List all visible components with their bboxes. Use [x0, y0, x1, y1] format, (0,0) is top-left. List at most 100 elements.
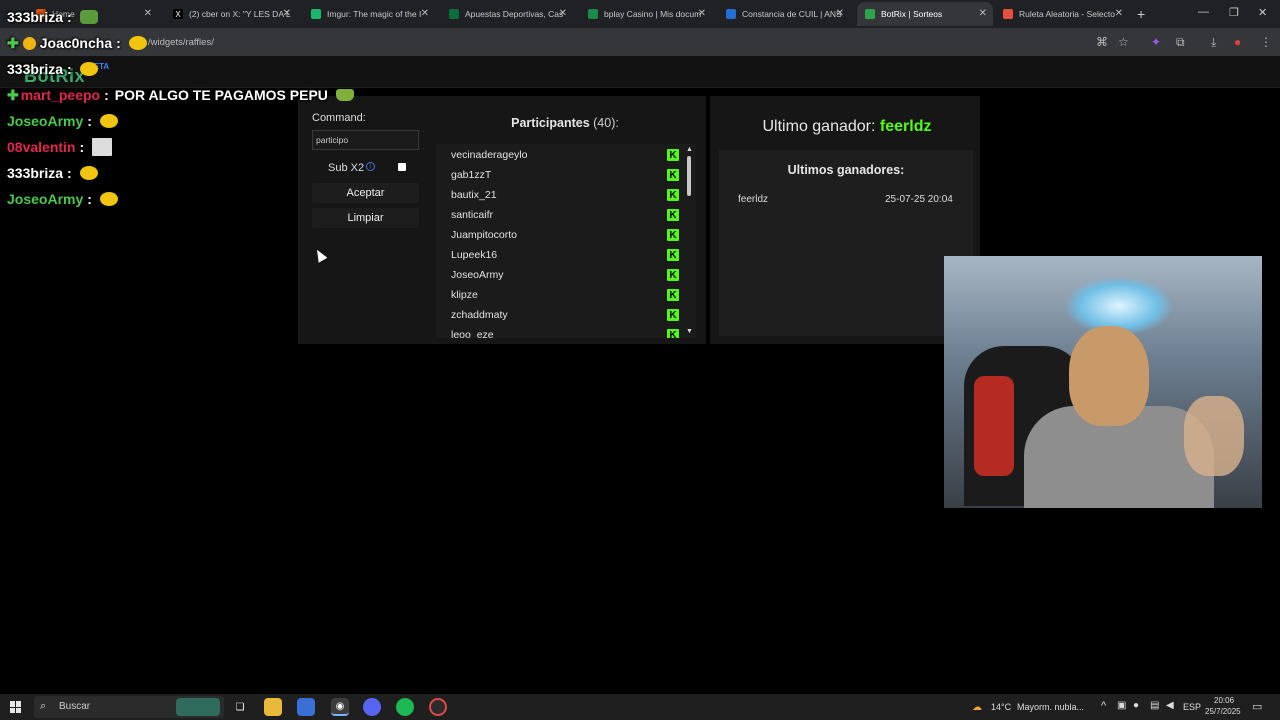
- last-winner-name: feerldz: [879, 118, 932, 135]
- info-icon[interactable]: i: [366, 162, 375, 171]
- x-logo-icon: X: [173, 9, 183, 19]
- extension-icon[interactable]: ✦: [1151, 35, 1161, 49]
- search-placeholder: Buscar: [59, 701, 91, 712]
- tray-app-icon[interactable]: ▣: [1117, 700, 1126, 711]
- imgur-icon: [311, 9, 321, 19]
- close-icon[interactable]: ✕: [421, 8, 429, 19]
- chrome-icon[interactable]: ◉: [331, 698, 349, 716]
- tab-imgur[interactable]: Imgur: The magic of the I ✕: [303, 2, 435, 26]
- list-item: santicaifr K: [451, 206, 679, 224]
- anses-icon: [726, 9, 736, 19]
- discord-icon[interactable]: [363, 698, 381, 716]
- close-icon[interactable]: ✕: [283, 8, 291, 19]
- close-icon[interactable]: ✕: [698, 8, 706, 19]
- participants-count: (40):: [593, 116, 619, 130]
- search-icon: ⌕: [40, 700, 47, 712]
- list-item: JoseoArmy K: [451, 266, 679, 284]
- scroll-up-icon[interactable]: ▲: [686, 146, 693, 153]
- close-icon[interactable]: ✕: [144, 8, 152, 19]
- chat-message: 333briza:: [7, 8, 98, 26]
- face-emote-icon: [79, 62, 98, 76]
- network-icon[interactable]: ▤: [1150, 700, 1159, 711]
- download-icon[interactable]: ⤓: [1211, 35, 1216, 50]
- tab-twitter[interactable]: X (2) cber on X: "Y LES DA L ✕: [165, 2, 297, 26]
- volume-icon[interactable]: ◀: [1166, 700, 1174, 711]
- winners-box: [719, 150, 973, 336]
- webcam-person-hand: [1184, 396, 1244, 476]
- tab-botrix[interactable]: BotRix | Sorteos ✕: [857, 2, 993, 26]
- tab-ruleta[interactable]: Ruleta Aleatoria - Selecto ✕: [995, 2, 1129, 26]
- chat-username: JoseoArmy: [7, 113, 84, 129]
- translate-icon[interactable]: ⌘: [1096, 35, 1108, 49]
- list-item: vecinaderageylo K: [451, 146, 679, 164]
- file-explorer-icon[interactable]: [264, 698, 282, 716]
- kick-icon: K: [667, 209, 679, 221]
- store-icon[interactable]: [297, 698, 315, 716]
- tab-apuestas[interactable]: Apuestas Deportivas, Cas ✕: [441, 2, 573, 26]
- window-close-icon[interactable]: ✕: [1258, 6, 1267, 19]
- winner-date: 25-07-25 20:04: [885, 194, 953, 205]
- new-tab-button[interactable]: +: [1137, 6, 1145, 22]
- accept-button[interactable]: Aceptar: [312, 183, 419, 203]
- list-item: bautix_21 K: [451, 186, 679, 204]
- list-item: zchaddmaty K: [451, 306, 679, 324]
- command-input[interactable]: [312, 130, 419, 150]
- app-header: BotRix BETA: [0, 56, 1280, 88]
- command-label: Command:: [312, 112, 366, 124]
- tab-bplay[interactable]: bplay Casino | Mis docum ✕: [580, 2, 712, 26]
- scroll-thumb[interactable]: [687, 156, 691, 196]
- kick-icon: K: [667, 229, 679, 241]
- face-emote-icon: [99, 114, 118, 128]
- sub-x2-checkbox[interactable]: [398, 163, 406, 171]
- tray-chevron-icon[interactable]: ^: [1101, 700, 1106, 712]
- tab-anses[interactable]: Constancia de CUIL | ANS ✕: [718, 2, 850, 26]
- minimize-icon[interactable]: —: [1198, 6, 1209, 18]
- chat-message: 333briza:: [7, 60, 98, 78]
- windows-start-icon[interactable]: [10, 701, 22, 713]
- scroll-down-icon[interactable]: ▼: [686, 328, 693, 335]
- windows-taskbar: ⌕ Buscar ❏ ◉ ☁ 14°C Mayorm. nubla... ^ ▣…: [0, 694, 1280, 720]
- extensions-puzzle-icon[interactable]: ⧉: [1176, 35, 1185, 50]
- list-item: gab1zzT K: [451, 166, 679, 184]
- task-view-icon[interactable]: ❏: [231, 698, 249, 716]
- kick-icon: K: [667, 149, 679, 161]
- close-icon[interactable]: ✕: [836, 8, 844, 19]
- profile-avatar-icon[interactable]: ●: [1234, 35, 1241, 49]
- participants-list[interactable]: vecinaderageylo K gab1zzT K bautix_21 K san…: [436, 144, 684, 338]
- restore-icon[interactable]: ❐: [1229, 6, 1239, 19]
- chat-message: JoseoArmy:: [7, 190, 118, 208]
- webcam-person-head: [1069, 326, 1149, 426]
- clock-time[interactable]: 20:06: [1214, 696, 1234, 705]
- close-icon[interactable]: ✕: [559, 8, 567, 19]
- close-icon[interactable]: ✕: [1115, 8, 1123, 19]
- language-indicator[interactable]: ESP: [1183, 702, 1201, 712]
- clock-date[interactable]: 25/7/2025: [1205, 707, 1241, 716]
- browser-tab-bar: Home ✕ X (2) cber on X: "Y LES DA L ✕ Im…: [0, 0, 1280, 28]
- list-item: Juampitocorto K: [451, 226, 679, 244]
- plus-badge-icon: ✚: [7, 86, 19, 103]
- close-icon[interactable]: ✕: [979, 8, 987, 19]
- chat-username: mart_peepo: [20, 87, 101, 103]
- face-emote-icon: [128, 36, 147, 50]
- winner-name: feerldz: [738, 194, 769, 205]
- image-emote-icon: [92, 138, 113, 156]
- notifications-icon[interactable]: ▭: [1252, 700, 1262, 713]
- list-item: klipze K: [451, 286, 679, 304]
- botrix-icon: [865, 9, 875, 19]
- clear-button[interactable]: Limpiar: [312, 208, 419, 228]
- chat-message: JoseoArmy:: [7, 112, 118, 130]
- microphone-icon[interactable]: ●: [1133, 700, 1139, 711]
- chat-username: Joac0ncha: [39, 35, 113, 51]
- menu-dots-icon[interactable]: ⋮: [1260, 35, 1272, 49]
- obs-icon[interactable]: [429, 698, 447, 716]
- frog-emote-icon: [79, 10, 98, 24]
- hat-emote-icon: [335, 89, 354, 101]
- spotify-icon[interactable]: [396, 698, 414, 716]
- bookmark-star-icon[interactable]: ☆: [1118, 35, 1129, 49]
- kick-icon: K: [667, 269, 679, 281]
- search-highlight-image: [176, 698, 220, 716]
- kick-icon: K: [667, 309, 679, 321]
- weather-temp: 14°C: [991, 702, 1012, 712]
- url-field[interactable]: /widgets/raffles/: [148, 37, 214, 48]
- face-emote-icon: [99, 192, 118, 206]
